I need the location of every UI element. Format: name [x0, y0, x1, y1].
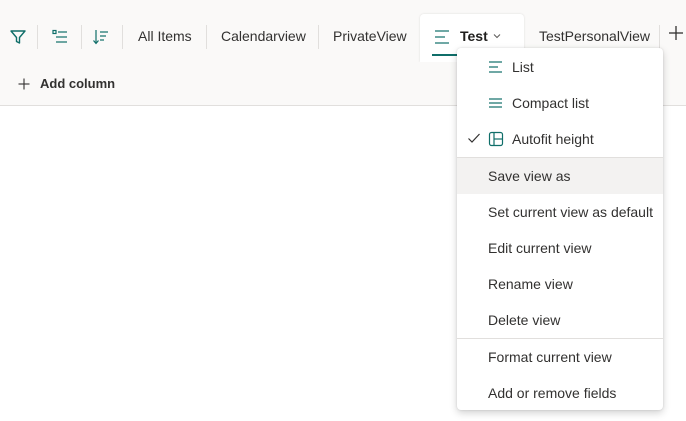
toolbar-divider [122, 25, 123, 49]
menu-item-edit-current-view-label: Edit current view [488, 240, 592, 256]
menu-item-rename-view[interactable]: Rename view [457, 266, 663, 302]
menu-item-save-view-as-label: Save view as [488, 168, 571, 184]
sort-button[interactable] [86, 22, 116, 52]
filter-button[interactable] [3, 22, 33, 52]
menu-item-edit-current-view[interactable]: Edit current view [457, 230, 663, 266]
group-by-button[interactable] [45, 22, 75, 52]
autofit-table-icon [488, 131, 504, 147]
compact-list-icon [489, 98, 502, 108]
menu-item-delete-view[interactable]: Delete view [457, 302, 663, 338]
list-view-icon [435, 30, 449, 44]
menu-item-autofit-height[interactable]: Autofit height [457, 121, 663, 157]
menu-item-set-default-view[interactable]: Set current view as default [457, 194, 663, 230]
chevron-down-icon [493, 34, 501, 39]
filter-icon [10, 30, 26, 44]
menu-item-add-remove-fields-label: Add or remove fields [488, 385, 617, 401]
plus-icon [669, 26, 683, 40]
menu-item-list-label: List [512, 59, 534, 75]
menu-item-rename-view-label: Rename view [488, 276, 573, 292]
menu-item-delete-view-label: Delete view [488, 312, 561, 328]
menu-item-save-view-as[interactable]: Save view as [457, 158, 663, 194]
menu-item-format-current-view[interactable]: Format current view [457, 339, 663, 375]
view-options-menu: List Compact list Autofit height Save vi… [457, 48, 663, 410]
menu-item-format-current-view-label: Format current view [488, 349, 612, 365]
menu-item-set-default-view-label: Set current view as default [488, 204, 653, 220]
add-column-label: Add column [40, 76, 116, 91]
list-icon [489, 61, 502, 73]
menu-item-add-remove-fields[interactable]: Add or remove fields [457, 375, 663, 411]
group-by-icon [52, 29, 67, 43]
menu-item-list[interactable]: List [457, 49, 663, 85]
menu-item-autofit-height-label: Autofit height [512, 131, 594, 147]
menu-item-compact-list[interactable]: Compact list [457, 85, 663, 121]
tab-divider [318, 25, 319, 49]
checkmark-icon [468, 133, 480, 143]
sort-icon [93, 30, 108, 45]
tab-privateview[interactable]: PrivateView [333, 28, 407, 44]
tab-divider [206, 25, 207, 49]
tab-all-items[interactable]: All Items [138, 28, 192, 44]
tab-divider [659, 25, 660, 49]
tab-calendarview[interactable]: Calendarview [221, 28, 306, 44]
menu-item-compact-list-label: Compact list [512, 95, 590, 111]
tab-test-label: Test [460, 28, 488, 44]
plus-icon [18, 78, 30, 89]
toolbar-divider [37, 25, 38, 49]
toolbar-divider [81, 25, 82, 49]
add-column-button[interactable]: Add column [18, 76, 115, 91]
tab-testpersonalview[interactable]: TestPersonalView [539, 28, 650, 44]
add-view-button[interactable] [668, 25, 684, 46]
